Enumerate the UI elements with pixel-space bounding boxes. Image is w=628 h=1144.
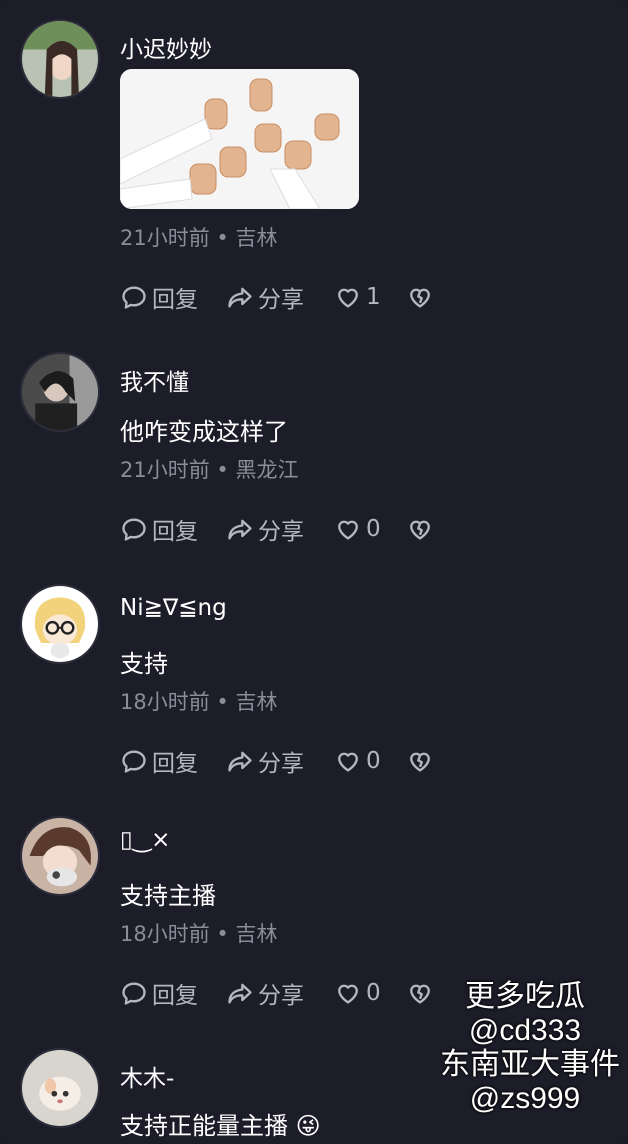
- watermark-line: @cd333: [468, 1014, 582, 1047]
- avatar[interactable]: [20, 816, 100, 896]
- share-arrow-icon: [228, 519, 252, 540]
- reply-button[interactable]: 回复: [120, 746, 198, 777]
- reply-label: 回复: [152, 751, 198, 777]
- comment-text: 支持: [120, 650, 168, 678]
- share-label: 分享: [258, 751, 304, 777]
- comment-text: 支持主播: [120, 882, 216, 910]
- avatar[interactable]: [20, 1048, 100, 1128]
- reply-button[interactable]: 回复: [120, 978, 198, 1009]
- comment-actions: 回复 分享 0: [120, 746, 450, 777]
- username[interactable]: 我不懂: [120, 363, 189, 397]
- broken-heart-icon: [410, 288, 430, 308]
- heart-icon: [338, 752, 358, 772]
- username[interactable]: 小迟妙妙: [120, 30, 212, 64]
- like-button[interactable]: 0: [334, 514, 381, 544]
- username[interactable]: ▯‿×: [120, 827, 170, 853]
- comment-bubble-icon: [122, 750, 146, 773]
- comment-text: 支持正能量主播 😜: [120, 1112, 321, 1140]
- dislike-button[interactable]: [406, 978, 438, 1008]
- dislike-button[interactable]: [406, 514, 438, 544]
- share-arrow-icon: [228, 751, 252, 772]
- broken-heart-icon: [410, 984, 430, 1004]
- watermark-line: 东南亚大事件: [440, 1048, 620, 1081]
- comment-actions: 回复 分享 0: [120, 978, 450, 1009]
- comment-text: 他咋变成这样了: [120, 418, 288, 446]
- share-label: 分享: [258, 287, 304, 313]
- watermark-line: 更多吃瓜: [465, 980, 585, 1013]
- reply-button[interactable]: 回复: [120, 282, 198, 313]
- like-button[interactable]: 0: [334, 978, 381, 1008]
- share-button[interactable]: 分享: [226, 282, 304, 313]
- comment-actions: 回复 分享 0: [120, 514, 450, 545]
- share-button[interactable]: 分享: [226, 746, 304, 777]
- comment-meta: 18小时前 • 吉林: [120, 922, 278, 946]
- avatar[interactable]: [20, 19, 100, 99]
- comment-bubble-icon: [122, 518, 146, 541]
- share-label: 分享: [258, 519, 304, 545]
- like-button[interactable]: 0: [334, 746, 381, 776]
- reply-button[interactable]: 回复: [120, 514, 198, 545]
- like-count: 1: [366, 284, 381, 310]
- share-button[interactable]: 分享: [226, 514, 304, 545]
- dislike-button[interactable]: [406, 746, 438, 776]
- reply-label: 回复: [152, 983, 198, 1009]
- thumbs-up-image[interactable]: [120, 69, 359, 209]
- like-count: 0: [366, 980, 381, 1006]
- comment-meta: 21小时前 • 黑龙江: [120, 458, 299, 482]
- comment-bubble-icon: [122, 286, 146, 309]
- share-label: 分享: [258, 983, 304, 1009]
- avatar[interactable]: [20, 352, 100, 432]
- reply-label: 回复: [152, 287, 198, 313]
- like-count: 0: [366, 516, 381, 542]
- comment-bubble-icon: [122, 982, 146, 1005]
- comment-meta: 18小时前 • 吉林: [120, 690, 278, 714]
- comment-meta: 21小时前 • 吉林: [120, 226, 278, 250]
- username[interactable]: Ni≧∇≦ng: [120, 595, 227, 621]
- heart-icon: [338, 288, 358, 308]
- share-button[interactable]: 分享: [226, 978, 304, 1009]
- comment-actions: 回复 分享 1: [120, 282, 450, 313]
- username[interactable]: 木木-: [120, 1059, 174, 1093]
- heart-icon: [338, 984, 358, 1004]
- dislike-button[interactable]: [406, 282, 438, 312]
- reply-label: 回复: [152, 519, 198, 545]
- avatar[interactable]: [20, 584, 100, 664]
- like-count: 0: [366, 748, 381, 774]
- share-arrow-icon: [228, 983, 252, 1004]
- broken-heart-icon: [410, 752, 430, 772]
- share-arrow-icon: [228, 287, 252, 308]
- heart-icon: [338, 520, 358, 540]
- broken-heart-icon: [410, 520, 430, 540]
- watermark-overlay: 更多吃瓜 @cd333 东南亚大事件 @zs999: [440, 980, 620, 1116]
- comment-list: 小迟妙妙 21小时前 • 吉林 回复 分享 1 我不懂 他咋变成这样了 21小时…: [0, 0, 628, 1144]
- like-button[interactable]: 1: [334, 282, 381, 312]
- watermark-line: @zs999: [469, 1082, 581, 1115]
